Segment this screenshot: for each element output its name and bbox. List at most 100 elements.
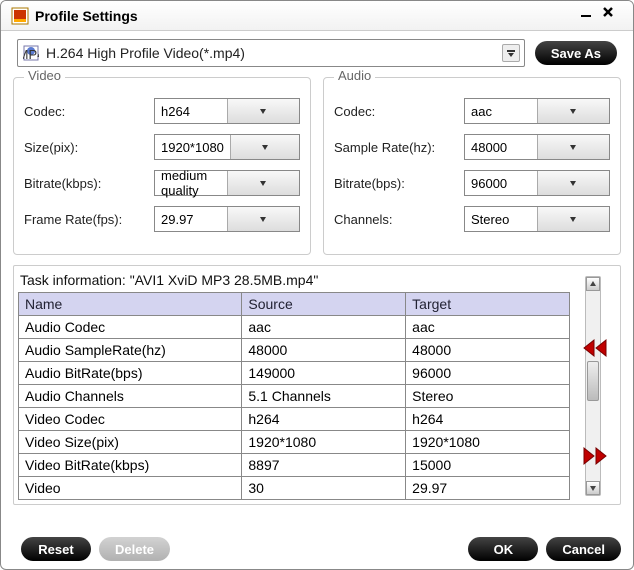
video-framerate-value: 29.97 bbox=[155, 212, 227, 227]
profile-format-icon: MP4 bbox=[22, 44, 40, 62]
cell-name: Video BitRate(kbps) bbox=[19, 454, 242, 477]
audio-group-title: Audio bbox=[334, 68, 375, 83]
profile-label: H.264 High Profile Video(*.mp4) bbox=[46, 45, 502, 61]
cell-name: Video Size(pix) bbox=[19, 431, 242, 454]
table-row[interactable]: Audio SampleRate(hz)4800048000 bbox=[19, 339, 570, 362]
cell-source: 48000 bbox=[242, 339, 406, 362]
video-framerate-select[interactable]: 29.97 bbox=[154, 206, 300, 232]
table-row[interactable]: Audio Channels5.1 ChannelsStereo bbox=[19, 385, 570, 408]
chevron-down-icon bbox=[230, 135, 299, 159]
content: MP4 H.264 High Profile Video(*.mp4) Save… bbox=[1, 31, 633, 513]
profile-dropdown-arrow-icon bbox=[502, 44, 520, 62]
cell-source: h264 bbox=[242, 408, 406, 431]
audio-bitrate-label: Bitrate(bps): bbox=[334, 176, 464, 191]
audio-samplerate-select[interactable]: 48000 bbox=[464, 134, 610, 160]
cell-target: 15000 bbox=[406, 454, 570, 477]
cell-target: 29.97 bbox=[406, 477, 570, 500]
video-codec-label: Codec: bbox=[24, 104, 154, 119]
delete-button[interactable]: Delete bbox=[99, 537, 170, 561]
cell-target: Stereo bbox=[406, 385, 570, 408]
video-size-value: 1920*1080 bbox=[155, 140, 230, 155]
cancel-button[interactable]: Cancel bbox=[546, 537, 621, 561]
video-framerate-label: Frame Rate(fps): bbox=[24, 212, 154, 227]
video-size-label: Size(pix): bbox=[24, 140, 154, 155]
minimize-button[interactable] bbox=[579, 5, 601, 27]
cell-source: 149000 bbox=[242, 362, 406, 385]
cell-name: Audio BitRate(bps) bbox=[19, 362, 242, 385]
col-name-header: Name bbox=[19, 293, 242, 316]
audio-bitrate-select[interactable]: 96000 bbox=[464, 170, 610, 196]
svg-text:MP4: MP4 bbox=[23, 47, 39, 61]
chevron-down-icon bbox=[537, 99, 610, 123]
previous-task-button[interactable] bbox=[580, 336, 610, 360]
cell-source: 1920*1080 bbox=[242, 431, 406, 454]
cell-source: 8897 bbox=[242, 454, 406, 477]
cell-name: Audio Codec bbox=[19, 316, 242, 339]
video-group: Video Codec: h264 Size(pix): 1920*1080 bbox=[13, 77, 311, 255]
cell-target: 48000 bbox=[406, 339, 570, 362]
table-row[interactable]: Video Size(pix)1920*10801920*1080 bbox=[19, 431, 570, 454]
audio-codec-value: aac bbox=[465, 104, 537, 119]
video-group-title: Video bbox=[24, 68, 65, 83]
scroll-up-icon[interactable] bbox=[586, 277, 600, 291]
video-codec-value: h264 bbox=[155, 104, 227, 119]
top-row: MP4 H.264 High Profile Video(*.mp4) Save… bbox=[13, 39, 621, 67]
ok-button[interactable]: OK bbox=[468, 537, 538, 561]
cell-source: aac bbox=[242, 316, 406, 339]
window-title: Profile Settings bbox=[35, 8, 579, 24]
cell-target: h264 bbox=[406, 408, 570, 431]
video-bitrate-select[interactable]: medium quality bbox=[154, 170, 300, 196]
task-info-text: Task information: "AVI1 XviD MP3 28.5MB.… bbox=[18, 272, 570, 292]
task-table: Name Source Target Audio CodecaacaacAudi… bbox=[18, 292, 570, 500]
audio-channels-value: Stereo bbox=[465, 212, 537, 227]
footer: Reset Delete OK Cancel bbox=[13, 537, 621, 561]
audio-codec-label: Codec: bbox=[334, 104, 464, 119]
table-row[interactable]: Video BitRate(kbps)889715000 bbox=[19, 454, 570, 477]
task-information-panel: Task information: "AVI1 XviD MP3 28.5MB.… bbox=[13, 265, 621, 505]
chevron-down-icon bbox=[227, 207, 300, 231]
audio-bitrate-value: 96000 bbox=[465, 176, 537, 191]
cell-source: 30 bbox=[242, 477, 406, 500]
chevron-down-icon bbox=[227, 171, 300, 195]
scroll-down-icon[interactable] bbox=[586, 481, 600, 495]
video-codec-select[interactable]: h264 bbox=[154, 98, 300, 124]
task-side-controls bbox=[570, 272, 616, 500]
audio-channels-label: Channels: bbox=[334, 212, 464, 227]
next-task-button[interactable] bbox=[580, 444, 610, 468]
video-bitrate-value: medium quality bbox=[155, 168, 227, 198]
cell-target: 96000 bbox=[406, 362, 570, 385]
profile-select[interactable]: MP4 H.264 High Profile Video(*.mp4) bbox=[17, 39, 525, 67]
cell-target: aac bbox=[406, 316, 570, 339]
cell-name: Audio Channels bbox=[19, 385, 242, 408]
table-row[interactable]: Audio BitRate(bps)14900096000 bbox=[19, 362, 570, 385]
table-row[interactable]: Video3029.97 bbox=[19, 477, 570, 500]
settings-groups: Video Codec: h264 Size(pix): 1920*1080 bbox=[13, 77, 621, 255]
table-header-row: Name Source Target bbox=[19, 293, 570, 316]
profile-settings-window: Profile Settings MP4 H.264 High Profile … bbox=[0, 0, 634, 570]
chevron-down-icon bbox=[227, 99, 300, 123]
close-button[interactable] bbox=[601, 5, 623, 27]
cell-name: Video Codec bbox=[19, 408, 242, 431]
video-size-select[interactable]: 1920*1080 bbox=[154, 134, 300, 160]
titlebar: Profile Settings bbox=[1, 1, 633, 31]
cell-name: Video bbox=[19, 477, 242, 500]
table-row[interactable]: Audio Codecaacaac bbox=[19, 316, 570, 339]
col-target-header: Target bbox=[406, 293, 570, 316]
audio-group: Audio Codec: aac Sample Rate(hz): 48000 bbox=[323, 77, 621, 255]
col-source-header: Source bbox=[242, 293, 406, 316]
scroll-thumb[interactable] bbox=[587, 361, 599, 401]
cell-target: 1920*1080 bbox=[406, 431, 570, 454]
app-icon bbox=[11, 7, 29, 25]
video-bitrate-label: Bitrate(kbps): bbox=[24, 176, 154, 191]
table-row[interactable]: Video Codech264h264 bbox=[19, 408, 570, 431]
audio-samplerate-label: Sample Rate(hz): bbox=[334, 140, 464, 155]
save-as-button[interactable]: Save As bbox=[535, 41, 617, 65]
audio-channels-select[interactable]: Stereo bbox=[464, 206, 610, 232]
reset-button[interactable]: Reset bbox=[21, 537, 91, 561]
cell-name: Audio SampleRate(hz) bbox=[19, 339, 242, 362]
cell-source: 5.1 Channels bbox=[242, 385, 406, 408]
chevron-down-icon bbox=[537, 207, 610, 231]
chevron-down-icon bbox=[537, 135, 610, 159]
audio-codec-select[interactable]: aac bbox=[464, 98, 610, 124]
chevron-down-icon bbox=[537, 171, 610, 195]
